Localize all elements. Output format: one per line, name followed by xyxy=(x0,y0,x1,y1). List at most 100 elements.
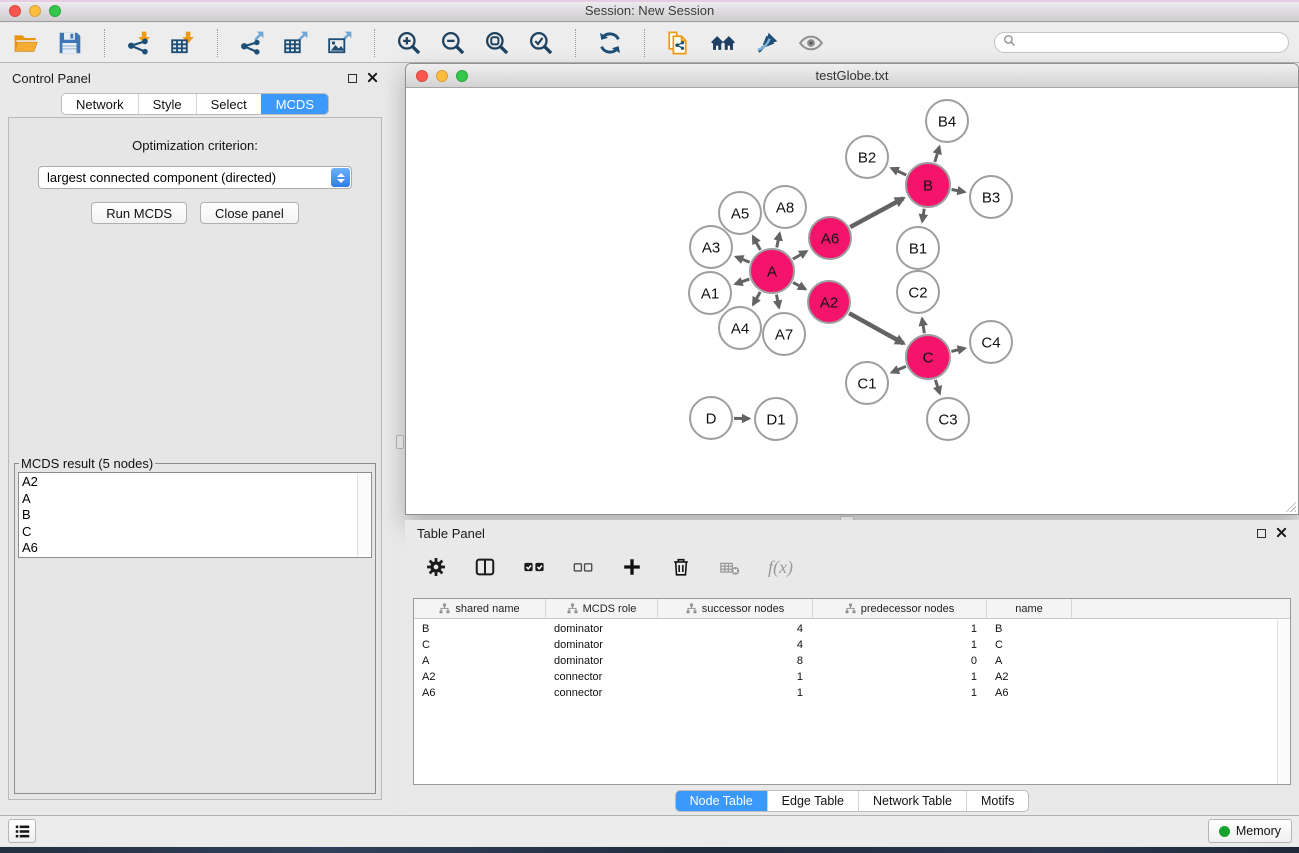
import-network-button[interactable] xyxy=(123,27,155,59)
zoom-out-button[interactable] xyxy=(437,27,469,59)
search-input[interactable] xyxy=(1021,35,1280,51)
float-table-panel-icon[interactable] xyxy=(1257,529,1266,538)
export-table-button[interactable] xyxy=(280,27,312,59)
tab-network-table[interactable]: Network Table xyxy=(858,791,966,811)
add-column-button[interactable] xyxy=(621,556,643,578)
edge-A-A4[interactable] xyxy=(753,292,760,305)
close-panel-button[interactable]: Close panel xyxy=(200,202,299,224)
tab-node-table[interactable]: Node Table xyxy=(676,791,767,811)
zoom-in-button[interactable] xyxy=(393,27,425,59)
node-C3[interactable]: C3 xyxy=(927,398,969,440)
node-A8[interactable]: A8 xyxy=(764,186,806,228)
memory-button[interactable]: Memory xyxy=(1208,819,1292,843)
mcds-result-item[interactable]: A6 xyxy=(22,540,357,557)
show-graphics-button[interactable] xyxy=(795,27,827,59)
node-C[interactable]: C xyxy=(906,335,950,379)
table-row[interactable]: Bdominator41B xyxy=(414,621,1290,637)
tab-network[interactable]: Network xyxy=(62,94,138,114)
edge-A-A6[interactable] xyxy=(793,251,807,259)
node-A4[interactable]: A4 xyxy=(719,307,761,349)
edge-A-A8[interactable] xyxy=(777,233,780,247)
node-A[interactable]: A xyxy=(750,249,794,293)
save-session-button[interactable] xyxy=(54,27,86,59)
vertical-splitter-handle[interactable] xyxy=(396,435,404,449)
tab-motifs[interactable]: Motifs xyxy=(966,791,1028,811)
table-row[interactable]: Adominator80A xyxy=(414,653,1290,669)
edge-C-C2[interactable] xyxy=(922,319,924,334)
node-table: shared nameMCDS rolesuccessor nodesprede… xyxy=(413,598,1291,785)
column-header-successor-nodes[interactable]: successor nodes xyxy=(658,599,813,618)
node-B3[interactable]: B3 xyxy=(970,176,1012,218)
node-A3[interactable]: A3 xyxy=(690,226,732,268)
table-row[interactable]: Cdominator41C xyxy=(414,637,1290,653)
edge-A2-C[interactable] xyxy=(849,313,903,343)
node-C1[interactable]: C1 xyxy=(846,362,888,404)
zoom-fit-button[interactable] xyxy=(481,27,513,59)
edge-B-B4[interactable] xyxy=(935,147,939,162)
node-C4[interactable]: C4 xyxy=(970,321,1012,363)
node-B2[interactable]: B2 xyxy=(846,136,888,178)
zoom-selected-button[interactable] xyxy=(525,27,557,59)
edge-A-A2[interactable] xyxy=(793,282,805,289)
criterion-dropdown[interactable]: largest connected component (directed) xyxy=(38,166,352,189)
close-table-panel-icon[interactable] xyxy=(1276,526,1287,541)
search-box[interactable] xyxy=(994,32,1289,53)
search-icon xyxy=(1003,34,1016,52)
node-A2[interactable]: A2 xyxy=(808,281,850,323)
node-B1[interactable]: B1 xyxy=(897,227,939,269)
table-row[interactable]: A2connector11A2 xyxy=(414,669,1290,685)
open-file-button[interactable] xyxy=(10,27,42,59)
mcds-result-item[interactable]: C xyxy=(22,524,357,541)
edge-A-A7[interactable] xyxy=(776,295,778,308)
import-table-button[interactable] xyxy=(167,27,199,59)
houses-button[interactable] xyxy=(707,27,739,59)
node-A6[interactable]: A6 xyxy=(809,217,851,259)
mcds-result-item[interactable]: A xyxy=(22,491,357,508)
edge-B-B2[interactable] xyxy=(892,168,907,175)
node-A1[interactable]: A1 xyxy=(689,272,731,314)
node-D[interactable]: D xyxy=(690,397,732,439)
tab-style[interactable]: Style xyxy=(138,94,196,114)
column-header-predecessor-nodes[interactable]: predecessor nodes xyxy=(813,599,987,618)
table-row[interactable]: A6connector11A6 xyxy=(414,685,1290,701)
mcds-result-list[interactable]: A2ABCA6 xyxy=(18,472,372,558)
edge-A-A5[interactable] xyxy=(753,237,760,250)
tab-edge-table[interactable]: Edge Table xyxy=(767,791,858,811)
node-B4[interactable]: B4 xyxy=(926,100,968,142)
node-A5[interactable]: A5 xyxy=(719,192,761,234)
run-mcds-button[interactable]: Run MCDS xyxy=(91,202,187,224)
close-panel-icon[interactable] xyxy=(367,71,378,86)
delete-column-button[interactable] xyxy=(670,556,692,578)
float-panel-icon[interactable] xyxy=(348,74,357,83)
column-visibility-button[interactable] xyxy=(474,556,496,578)
table-settings-button[interactable] xyxy=(425,556,447,578)
export-network-button[interactable] xyxy=(236,27,268,59)
edge-B-B1[interactable] xyxy=(922,209,924,222)
refresh-button[interactable] xyxy=(594,27,626,59)
edge-C-C4[interactable] xyxy=(951,348,964,351)
tab-mcds[interactable]: MCDS xyxy=(261,94,328,114)
edge-C-C1[interactable] xyxy=(892,366,906,372)
node-C2[interactable]: C2 xyxy=(897,271,939,313)
select-all-button[interactable] xyxy=(523,556,545,578)
mcds-result-item[interactable]: B xyxy=(22,507,357,524)
deselect-all-button[interactable] xyxy=(572,556,594,578)
edge-A-A3[interactable] xyxy=(736,257,750,262)
edge-A-A1[interactable] xyxy=(735,279,749,284)
column-header-mcds-role[interactable]: MCDS role xyxy=(546,599,658,618)
edge-C-C3[interactable] xyxy=(935,380,939,393)
network-canvas[interactable]: B4 B2 B B3 A8A5 A6 A3 B1 A C2 A1 A2 A4A7 C4 C C1 C3 D D1 xyxy=(406,89,1298,514)
node-D1[interactable]: D1 xyxy=(755,398,797,440)
hide-annotations-button[interactable] xyxy=(751,27,783,59)
node-B[interactable]: B xyxy=(906,163,950,207)
network-from-file-button[interactable] xyxy=(663,27,695,59)
show-panels-button[interactable] xyxy=(8,819,36,843)
mcds-result-item[interactable]: A2 xyxy=(22,474,357,491)
column-header-shared-name[interactable]: shared name xyxy=(414,599,546,618)
export-image-button[interactable] xyxy=(324,27,356,59)
edge-B-B3[interactable] xyxy=(952,189,965,191)
edge-A6-B[interactable] xyxy=(850,198,903,227)
column-header-name[interactable]: name xyxy=(987,599,1072,618)
tab-select[interactable]: Select xyxy=(196,94,261,114)
node-A7[interactable]: A7 xyxy=(763,313,805,355)
